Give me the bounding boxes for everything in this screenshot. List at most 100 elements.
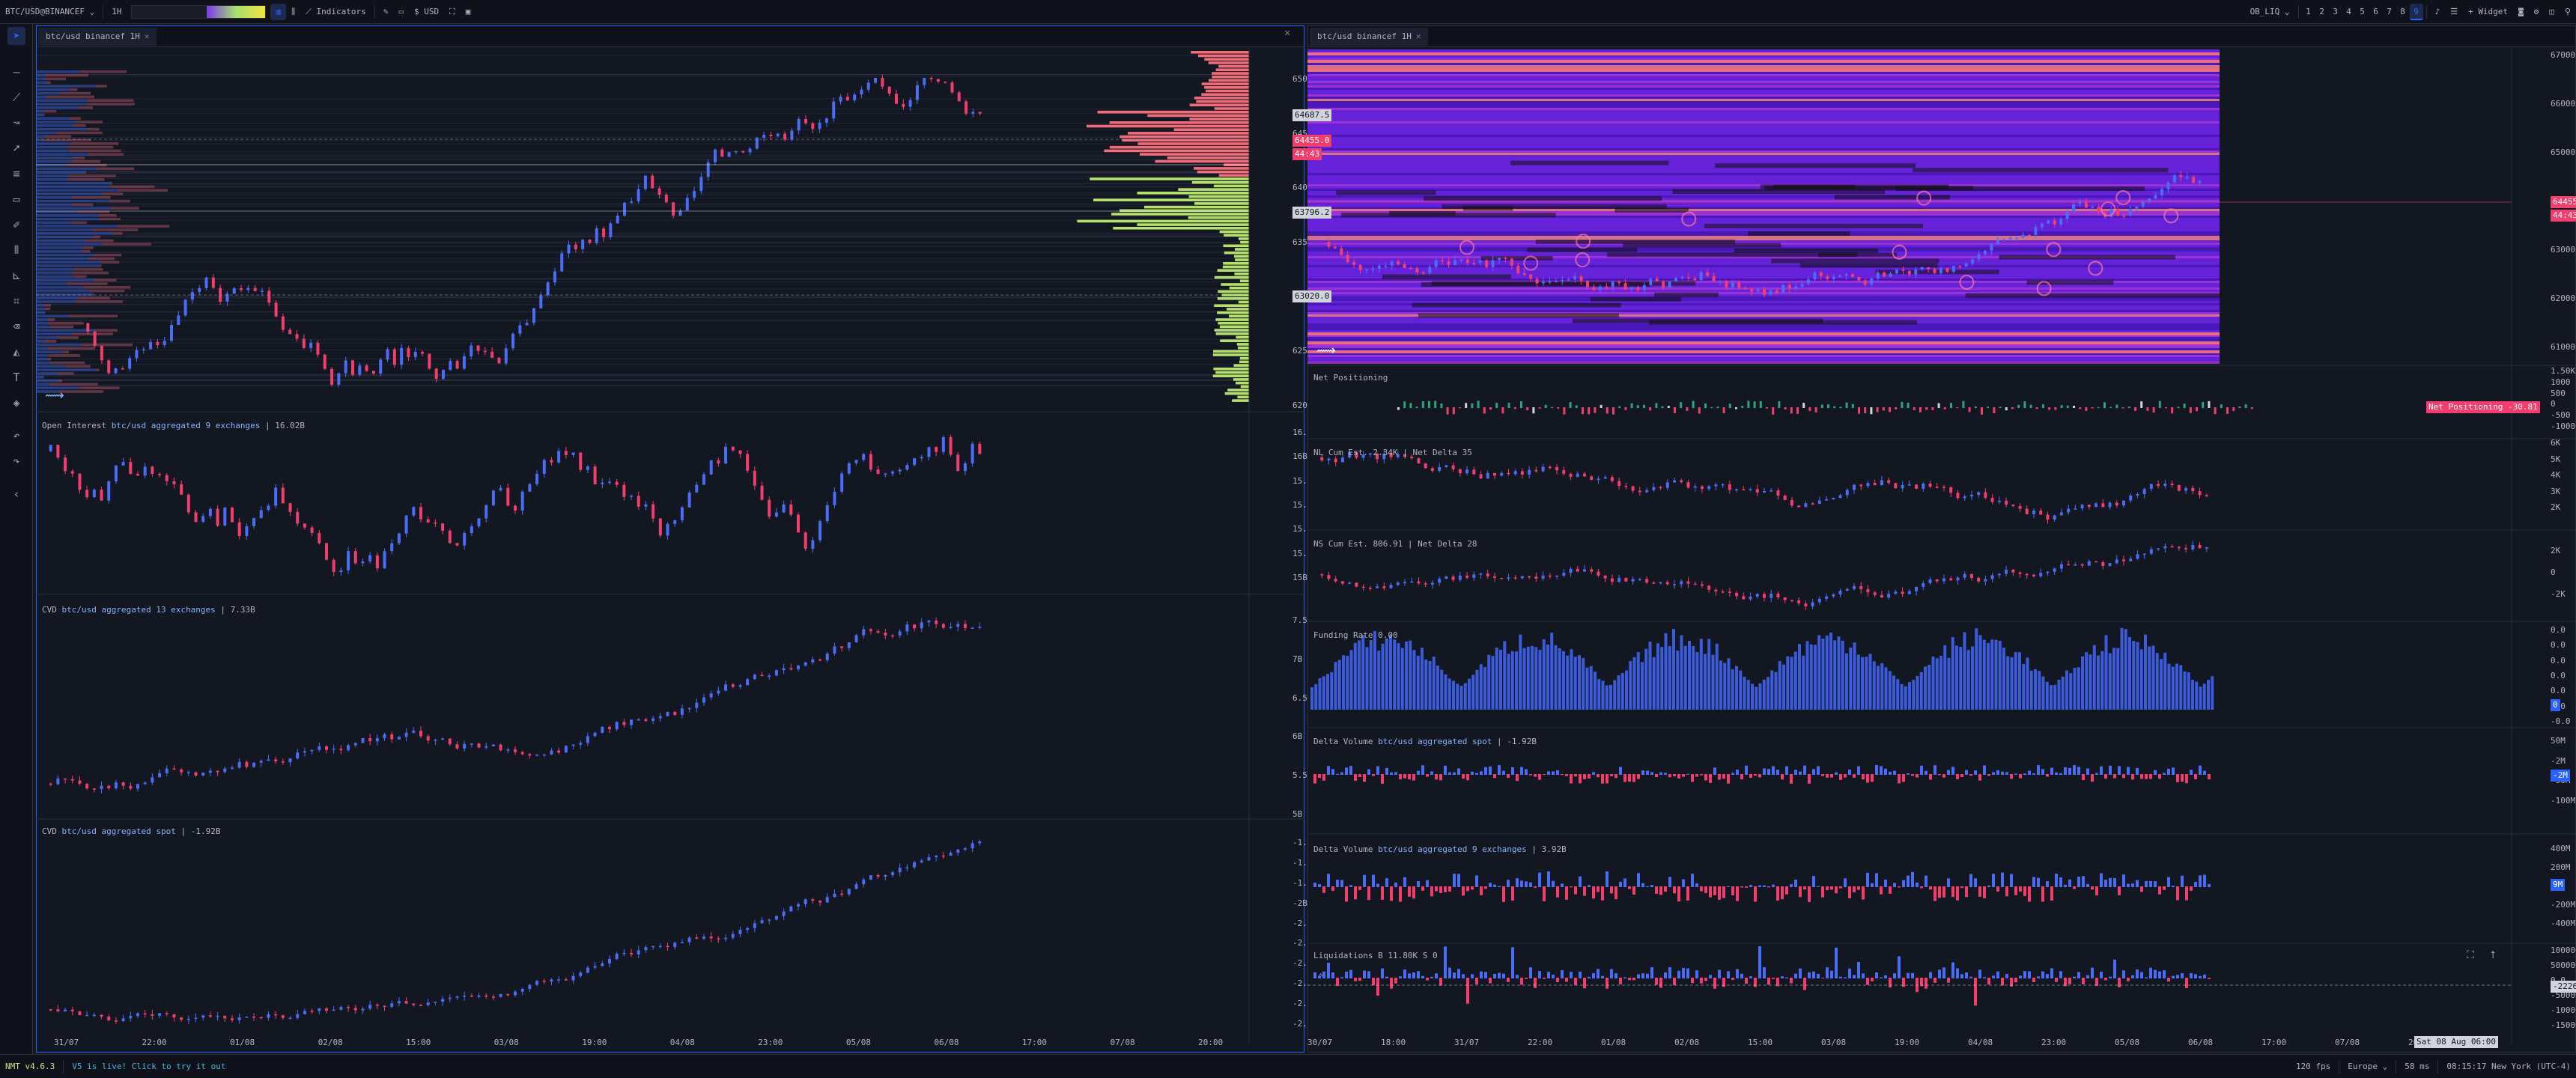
chevron-down-icon: ⌄ [2382, 1061, 2388, 1071]
collapse-icon[interactable]: ‹ [7, 485, 25, 503]
timeframe-button[interactable]: 1H [106, 4, 127, 20]
area-icon[interactable]: ◭ [7, 343, 25, 361]
price-candle [657, 188, 661, 195]
nl-candle [2122, 500, 2125, 506]
path-icon[interactable]: ↝ [7, 114, 25, 132]
volume-profile-bar [76, 300, 123, 303]
heatmap-price-candle [2065, 212, 2069, 219]
dv1-bar [1331, 769, 1334, 775]
arrow-icon[interactable]: ➚ [7, 139, 25, 157]
region-selector[interactable]: Europe ⌄ [2342, 1059, 2393, 1075]
layout-8-button[interactable]: 8 [2396, 4, 2410, 20]
fullscreen-icon[interactable]: ⛶ [444, 4, 461, 20]
cvd1-candle [151, 777, 154, 783]
layout-4-button[interactable]: 4 [2342, 4, 2356, 20]
dv2-bar [1898, 886, 1901, 888]
dv2-bar [1938, 886, 1941, 898]
widget-button[interactable]: + Widget [2463, 4, 2513, 20]
heatmap-gradient-picker[interactable] [131, 4, 267, 19]
heatmap-band [1307, 112, 2220, 115]
candle-style-icon[interactable]: ▥ [270, 3, 287, 20]
heatmap-band [1307, 326, 2220, 328]
bell-icon[interactable]: ♪ [2430, 4, 2446, 20]
heatmap-price-candle [1964, 263, 1968, 267]
dv2-bar [1372, 874, 1375, 887]
fib-icon[interactable]: ⦀ [7, 241, 25, 259]
menu-icon[interactable]: ☰ [2445, 4, 2463, 20]
text-icon[interactable]: T [7, 368, 25, 386]
close-icon[interactable]: ✕ [1416, 31, 1421, 41]
cvd2-candle [463, 995, 467, 997]
heatmap-price-candle [2192, 177, 2196, 183]
indicators-button[interactable]: ⟋ Indicators [300, 4, 371, 20]
volume-profile-bar [70, 88, 78, 91]
volume-profile-bar [94, 253, 122, 257]
dv2-bar [1695, 883, 1698, 887]
ns-candle [1438, 579, 1442, 583]
volume-profile-bar [92, 293, 94, 296]
redo-icon[interactable]: ↷ [7, 452, 25, 470]
camera-icon[interactable]: ◙ [2513, 4, 2529, 20]
layout-9-button[interactable]: 9 [2409, 3, 2423, 20]
funding-axis-label: 0.0 [2551, 686, 2566, 696]
layout-2-button[interactable]: 2 [2315, 4, 2329, 20]
horizontal-line-icon[interactable]: — [7, 63, 25, 81]
eraser-icon[interactable]: ⌫ [7, 317, 25, 335]
net-pos-bar [1557, 407, 1560, 409]
chevron-down-icon: ⌄ [89, 6, 95, 16]
liq-bar [1790, 978, 1793, 984]
symbol-selector[interactable]: BTC/USD@BINANCEF ⌄ [0, 4, 100, 20]
close-icon[interactable]: ✕ [145, 31, 150, 41]
oi-candle [963, 463, 967, 472]
brush-icon[interactable]: ✐ [7, 216, 25, 234]
nl-candle [2177, 484, 2181, 491]
measure-icon[interactable]: ⌗ [7, 292, 25, 310]
pane-tab[interactable]: btc/usd binancef 1H ✕ [38, 27, 157, 46]
funding-bar [2057, 679, 2061, 710]
net-pos-bar [1864, 407, 1867, 414]
folder-icon[interactable]: ▭ [393, 4, 409, 20]
layout-3-button[interactable]: 3 [2329, 4, 2342, 20]
snapshot-icon[interactable]: ▣ [461, 4, 476, 20]
rectangle-icon[interactable]: ▭ [7, 190, 25, 208]
panel-icon[interactable]: ◫ [2544, 4, 2560, 20]
oi-candle [884, 473, 887, 475]
currency-button[interactable]: $ USD [409, 4, 444, 20]
pane-tab[interactable]: btc/usd binancef 1H ✕ [1310, 27, 1429, 46]
price-candle [497, 357, 501, 364]
pane-tabstrip: btc/usd binancef 1H ✕ [37, 26, 1304, 47]
cvd1-candle [455, 744, 459, 749]
right-chart-canvas[interactable]: ⟿ [1307, 48, 2576, 1051]
funding-bar [1916, 675, 1919, 710]
left-chart-canvas[interactable]: ⟿ [36, 48, 1304, 1051]
news-link[interactable]: V5 is live! Click to try it out [67, 1059, 231, 1075]
ob-liq-selector[interactable]: OB_LIQ ⌄ [2245, 4, 2295, 20]
heatmap-price-candle [1680, 277, 1684, 278]
ruler-icon[interactable]: ⊾ [7, 267, 25, 284]
parallel-lines-icon[interactable]: ≡ [7, 165, 25, 183]
user-icon[interactable]: ⚲ [2560, 4, 2576, 20]
undo-icon[interactable]: ↶ [7, 427, 25, 445]
funding-bar [1471, 674, 1475, 710]
layout-6-button[interactable]: 6 [2369, 4, 2383, 20]
cursor-icon[interactable]: ➤ [7, 27, 25, 45]
cvd1-candle [231, 767, 234, 769]
dv2-bar [1457, 874, 1460, 887]
trend-line-icon[interactable]: ⟋ [7, 88, 25, 106]
ns-candle [2053, 568, 2056, 572]
pencil-icon[interactable]: ✎ [378, 4, 394, 20]
dv1-bar [2068, 767, 2071, 775]
chart-type-icon[interactable]: ⫼ [286, 4, 300, 20]
oi-candle [593, 466, 597, 484]
gear-icon[interactable]: ⚙ [2529, 4, 2545, 20]
layers-icon[interactable]: ◈ [7, 394, 25, 412]
collapse-up-icon[interactable]: ⌃ [1318, 972, 1323, 982]
screenshot-icon[interactable]: ⛶ [2467, 949, 2474, 961]
oi-candle [332, 559, 335, 572]
dv1-bar [1857, 766, 1860, 775]
layout-5-button[interactable]: 5 [2356, 4, 2369, 20]
arrow-up-icon[interactable]: ⭡ [2491, 949, 2496, 961]
layout-7-button[interactable]: 7 [2383, 4, 2396, 20]
layout-1-button[interactable]: 1 [2302, 4, 2315, 20]
nl-candle [1721, 484, 1725, 486]
